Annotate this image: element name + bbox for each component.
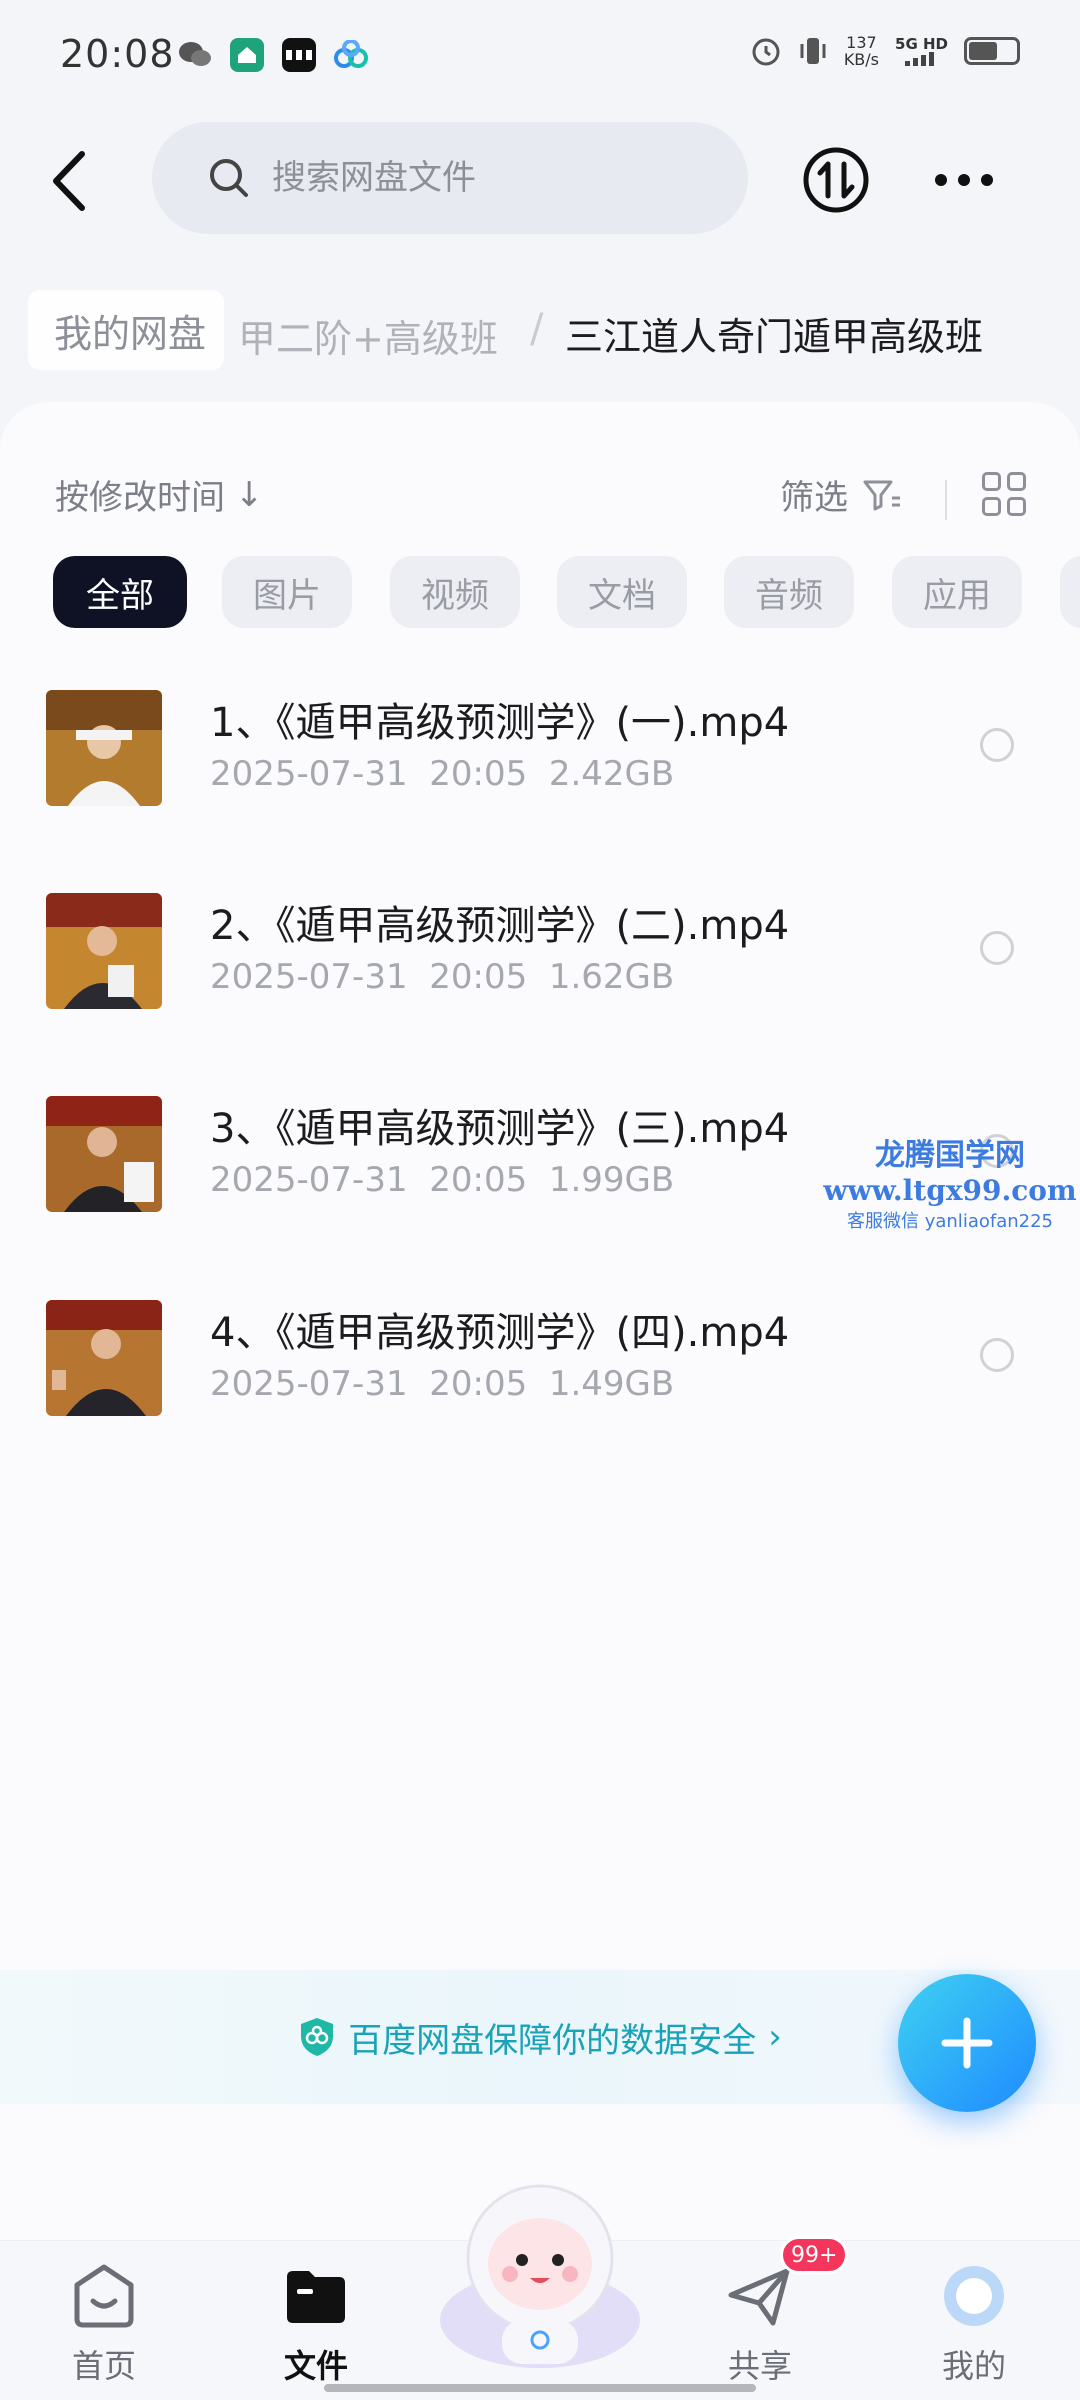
home-face-icon — [74, 2264, 134, 2328]
home-indicator[interactable] — [324, 2384, 756, 2392]
select-checkbox[interactable] — [980, 1338, 1014, 1372]
moji-app-icon — [282, 38, 316, 72]
grid-cell — [1007, 497, 1026, 516]
file-meta: 2025-07-31 20:05 2.42GB — [210, 754, 675, 794]
tab-share[interactable]: 共享 — [690, 2261, 830, 2387]
vibrate-icon — [800, 38, 826, 64]
signal-indicator: 5G HD — [895, 36, 948, 66]
search-icon — [210, 159, 248, 197]
more-options-button[interactable] — [928, 154, 1000, 206]
transfer-button[interactable] — [802, 146, 870, 214]
tab-label: 文件 — [283, 2347, 348, 2385]
select-checkbox[interactable] — [980, 728, 1014, 762]
filter-button[interactable]: 筛选 — [780, 470, 902, 519]
grid-cell — [982, 472, 1001, 491]
video-thumbnail — [46, 1096, 162, 1212]
category-tabs: 全部 图片 视频 文档 音频 应用 — [0, 554, 1080, 634]
paper-plane-icon — [728, 2268, 790, 2326]
file-meta: 2025-07-31 20:05 1.49GB — [210, 1364, 675, 1404]
tab-files[interactable]: 文件 — [246, 2261, 386, 2387]
security-banner-text: 百度网盘保障你的数据安全 — [348, 2020, 757, 2061]
breadcrumb-separator: / — [530, 306, 544, 352]
breadcrumb-current: 三江道人奇门遁甲高级班 — [565, 315, 984, 359]
chevron-right-icon: › — [768, 2017, 782, 2057]
shield-icon — [301, 2018, 334, 2056]
file-row[interactable]: 2、《遁甲高级预测学》(二).mp4 2025-07-31 20:05 1.62… — [0, 875, 1080, 1055]
video-thumbnail — [46, 1300, 162, 1416]
watermark-url: www.ltgx99.com — [823, 1174, 1077, 1207]
folder-icon — [287, 2271, 345, 2323]
category-chip-images[interactable]: 图片 — [222, 556, 352, 628]
file-name: 3、《遁甲高级预测学》(三).mp4 — [210, 1106, 790, 1152]
category-chip-docs[interactable]: 文档 — [557, 556, 687, 628]
add-button[interactable] — [898, 1974, 1036, 2112]
file-name: 4、《遁甲高级预测学》(四).mp4 — [210, 1310, 790, 1356]
breadcrumb-root[interactable]: 我的网盘 — [28, 290, 225, 370]
category-chip-all[interactable]: 全部 — [53, 556, 187, 628]
file-name: 1、《遁甲高级预测学》(一).mp4 — [210, 700, 790, 746]
category-chip-more[interactable] — [1060, 556, 1080, 628]
system-status: 137 KB/s 5G HD — [750, 34, 1020, 68]
search-bar[interactable] — [152, 122, 748, 234]
battery-icon — [964, 37, 1020, 65]
status-time: 20:08 — [60, 32, 175, 76]
sort-arrow-icon: ↓ — [235, 474, 264, 515]
share-badge: 99+ — [780, 2236, 849, 2274]
divider — [945, 480, 947, 520]
sort-filter-row: 按修改时间 ↓ 筛选 — [0, 460, 1080, 540]
tab-label: 首页 — [71, 2347, 136, 2385]
home-app-icon — [230, 38, 264, 72]
grid-cell — [1007, 472, 1026, 491]
watermark-title: 龙腾国学网 — [875, 1138, 1025, 1173]
chevron-left-icon — [53, 151, 85, 211]
top-navigation — [0, 120, 1080, 240]
breadcrumb-parent[interactable]: 甲二阶+高级班 — [238, 308, 498, 363]
notification-icons — [178, 38, 368, 72]
file-name: 2、《遁甲高级预测学》(二).mp4 — [210, 903, 790, 949]
profile-icon — [944, 2266, 1004, 2326]
category-chip-audio[interactable]: 音频 — [724, 556, 854, 628]
tab-label: 我的 — [941, 2347, 1006, 2385]
select-checkbox[interactable] — [980, 931, 1014, 965]
filter-label: 筛选 — [780, 478, 848, 518]
watermark: 龙腾国学网 www.ltgx99.com 客服微信 yanliaofan225 — [820, 1130, 1080, 1233]
sort-label: 按修改时间 — [55, 478, 225, 518]
file-meta: 2025-07-31 20:05 1.62GB — [210, 957, 675, 997]
wechat-icon — [178, 38, 212, 72]
breadcrumb: 我的网盘 甲二阶+高级班 / 三江道人奇门遁甲高级班 — [0, 290, 1080, 380]
video-thumbnail — [46, 893, 162, 1009]
tab-me[interactable]: 我的 — [904, 2261, 1044, 2387]
file-browser-card: 按修改时间 ↓ 筛选 全部 图片 视频 文档 音频 应用 1、《遁甲高级预测学》… — [0, 402, 1080, 2240]
category-chip-videos[interactable]: 视频 — [390, 556, 520, 628]
plus-icon — [941, 2017, 993, 2069]
transfer-icon — [803, 147, 869, 213]
category-chip-apps[interactable]: 应用 — [892, 556, 1022, 628]
astronaut-mascot-icon — [440, 2184, 640, 2368]
tab-home[interactable]: 首页 — [34, 2261, 174, 2387]
status-bar: 20:08 137 KB/s 5G HD — [0, 0, 1080, 110]
file-row[interactable]: 4、《遁甲高级预测学》(四).mp4 2025-07-31 20:05 1.49… — [0, 1282, 1080, 1462]
back-button[interactable] — [40, 148, 100, 214]
file-row[interactable]: 1、《遁甲高级预测学》(一).mp4 2025-07-31 20:05 2.42… — [0, 672, 1080, 852]
signal-icon — [904, 52, 934, 66]
file-meta: 2025-07-31 20:05 1.99GB — [210, 1160, 675, 1200]
more-dots-icon — [935, 174, 993, 186]
video-thumbnail — [46, 690, 162, 806]
filter-icon — [863, 480, 900, 510]
baidu-netdisk-icon — [334, 38, 368, 72]
mascot-button[interactable] — [430, 2170, 650, 2370]
sort-button[interactable]: 按修改时间 ↓ — [55, 470, 264, 519]
search-input[interactable] — [272, 158, 652, 198]
watermark-contact: 客服微信 yanliaofan225 — [847, 1211, 1053, 1232]
grid-cell — [982, 497, 1001, 516]
alarm-icon — [752, 38, 780, 66]
app-screen: 20:08 137 KB/s 5G HD 搜索网盘文件 我的网盘 甲二阶+高级班… — [0, 0, 1080, 2400]
tab-label: 共享 — [727, 2347, 792, 2385]
grid-view-button[interactable] — [982, 472, 1026, 516]
network-speed: 137 KB/s — [843, 33, 880, 69]
